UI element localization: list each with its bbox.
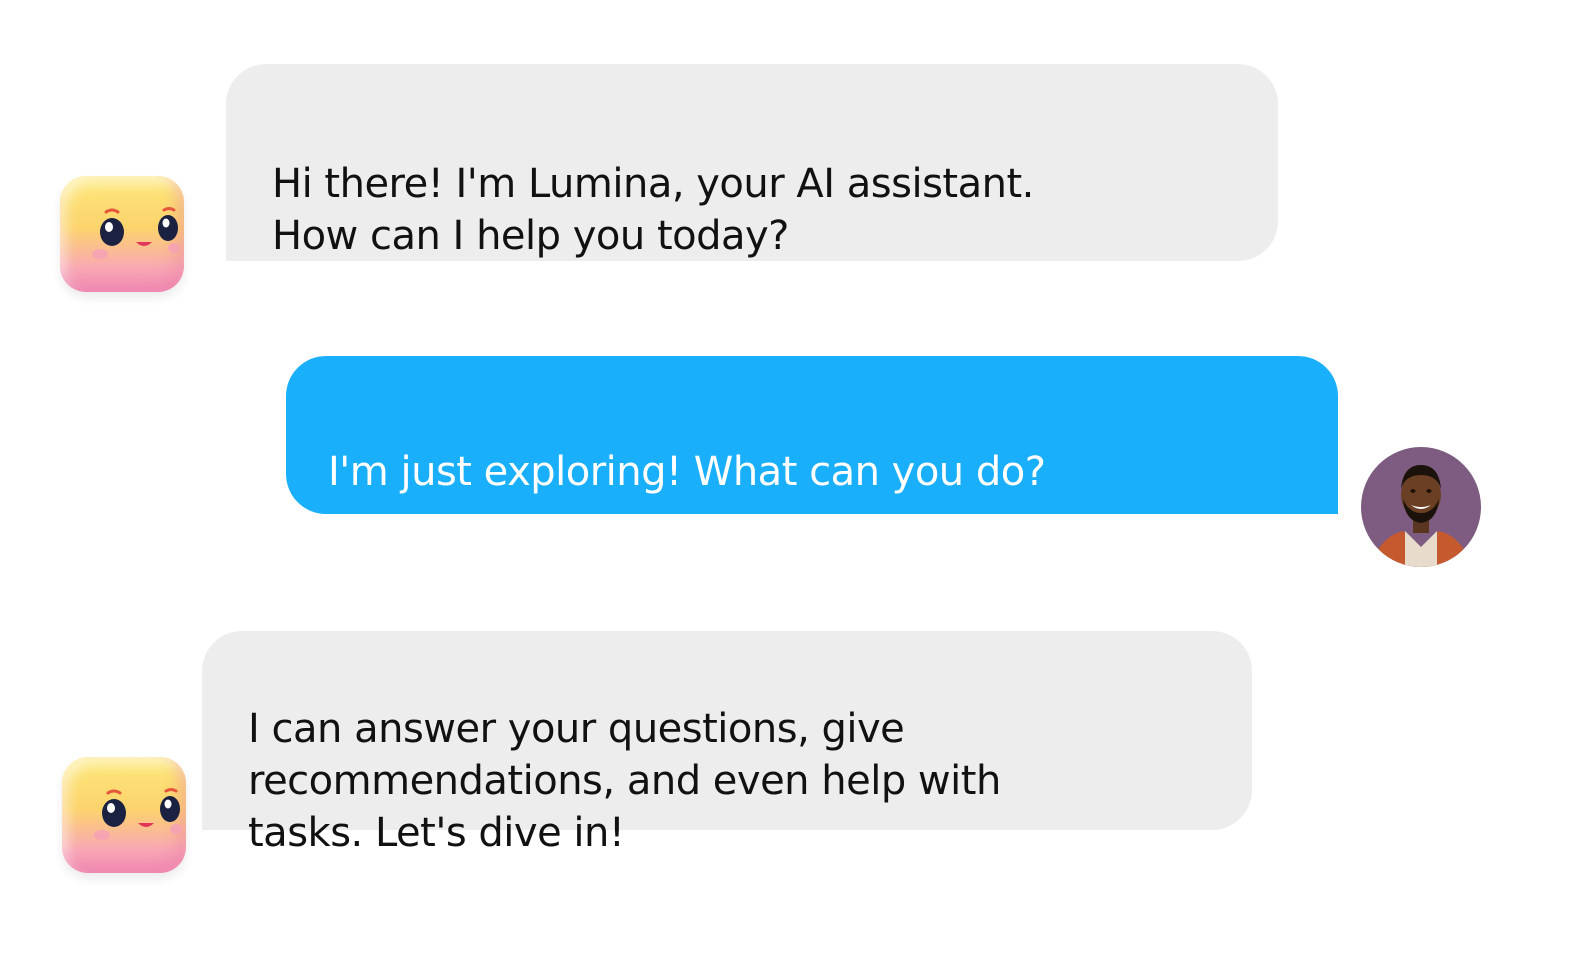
marshmallow-bot-icon: [60, 176, 184, 292]
assistant-message-bubble: Hi there! I'm Lumina, your AI assistant.…: [226, 64, 1278, 261]
assistant-message-bubble: I can answer your questions, give recomm…: [202, 631, 1252, 856]
user-message-bubble: I'm just exploring! What can you do?: [286, 356, 1338, 514]
user-photo-avatar: [1361, 447, 1481, 567]
assistant-message-text: Hi there! I'm Lumina, your AI assistant.…: [272, 161, 1034, 259]
marshmallow-bot-icon: [62, 757, 186, 873]
assistant-message-text: I can answer your questions, give recomm…: [248, 706, 1001, 856]
user-message-text: I'm just exploring! What can you do?: [328, 449, 1046, 495]
